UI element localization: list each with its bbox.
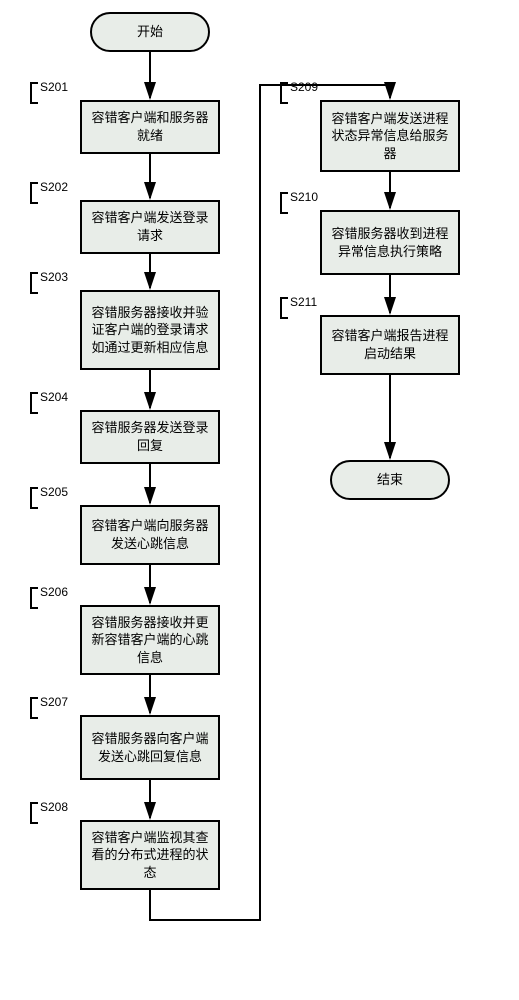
label-s209: S209 (280, 80, 318, 104)
end-terminal: 结束 (330, 460, 450, 500)
step-s208: 容错客户端监视其查看的分布式进程的状态 (80, 820, 220, 890)
step-s207: 容错服务器向客户端发送心跳回复信息 (80, 715, 220, 780)
step-s203: 容错服务器接收并验证客户端的登录请求如通过更新相应信息 (80, 290, 220, 370)
label-s205: S205 (30, 485, 68, 509)
label-s204: S204 (30, 390, 68, 414)
label-s201: S201 (30, 80, 68, 104)
step-s202: 容错客户端发送登录请求 (80, 200, 220, 254)
step-s201: 容错客户端和服务器就绪 (80, 100, 220, 154)
label-s211: S211 (280, 295, 317, 319)
start-terminal: 开始 (90, 12, 210, 52)
step-s209: 容错客户端发送进程状态异常信息给服务器 (320, 100, 460, 172)
step-s206: 容错服务器接收并更新容错客户端的心跳信息 (80, 605, 220, 675)
label-s208: S208 (30, 800, 68, 824)
label-s210: S210 (280, 190, 318, 214)
step-s205: 容错客户端向服务器发送心跳信息 (80, 505, 220, 565)
label-s202: S202 (30, 180, 68, 204)
step-s204: 容错服务器发送登录回复 (80, 410, 220, 464)
step-s210: 容错服务器收到进程异常信息执行策略 (320, 210, 460, 275)
label-s203: S203 (30, 270, 68, 294)
label-s207: S207 (30, 695, 68, 719)
label-s206: S206 (30, 585, 68, 609)
step-s211: 容错客户端报告进程启动结果 (320, 315, 460, 375)
